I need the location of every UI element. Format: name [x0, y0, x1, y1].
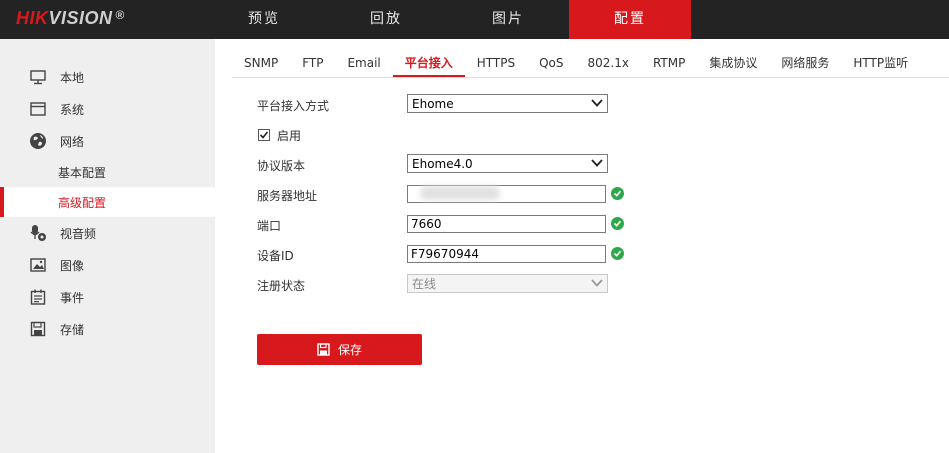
- system-window-icon: [28, 99, 48, 119]
- calendar-icon: [28, 287, 48, 307]
- save-button-label: 保存: [337, 343, 362, 357]
- tab-http-listening[interactable]: HTTP监听: [841, 51, 920, 77]
- protocol-version-select[interactable]: Ehome4.0: [407, 154, 608, 173]
- access-mode-value: Ehome: [412, 96, 454, 111]
- sidebar-item-local[interactable]: 本地: [0, 61, 215, 93]
- save-button[interactable]: 保存: [257, 334, 422, 365]
- server-address-label: 服务器地址: [257, 189, 318, 203]
- tab-rtmp[interactable]: RTMP: [641, 51, 697, 77]
- monitor-icon: [28, 67, 48, 87]
- tab-divider: [232, 77, 949, 78]
- enable-checkbox[interactable]: [258, 129, 270, 141]
- globe-icon: [28, 131, 48, 151]
- tab-email[interactable]: Email: [335, 51, 392, 77]
- chevron-down-icon: [590, 96, 604, 113]
- protocol-version-value: Ehome4.0: [412, 156, 473, 171]
- sidebar-item-label: 事件: [60, 290, 85, 305]
- tab-snmp[interactable]: SNMP: [232, 51, 290, 77]
- tab-qos[interactable]: QoS: [527, 51, 575, 77]
- image-icon: [28, 255, 48, 275]
- valid-check-icon: [611, 187, 624, 200]
- save-disk-icon: [28, 319, 48, 339]
- sidebar-item-label: 系统: [60, 102, 85, 117]
- nav-picture[interactable]: 图片: [447, 0, 569, 39]
- main-nav: 预览 回放 图片 配置: [203, 0, 691, 39]
- sidebar-item-label: 网络: [60, 134, 85, 149]
- sidebar-item-label: 图像: [60, 258, 85, 273]
- valid-check-icon: [611, 247, 624, 260]
- protocol-version-label: 协议版本: [257, 159, 306, 173]
- network-advanced-tabs: SNMP FTP Email 平台接入 HTTPS QoS 802.1x RTM…: [232, 51, 920, 77]
- tab-platform-access[interactable]: 平台接入: [392, 51, 465, 77]
- sidebar-item-video-audio[interactable]: 视音频: [0, 217, 215, 249]
- redacted-address-blur: [420, 186, 500, 200]
- save-disk-icon: [317, 343, 330, 356]
- registration-status-value: 在线: [412, 277, 437, 291]
- registration-status-label: 注册状态: [257, 279, 306, 293]
- port-label: 端口: [257, 219, 282, 233]
- tab-8021x[interactable]: 802.1x: [576, 51, 641, 77]
- sidebar-sub-basic-config[interactable]: 基本配置: [0, 157, 215, 187]
- sidebar-item-storage[interactable]: 存储: [0, 313, 215, 345]
- camera-mic-icon: [28, 223, 48, 243]
- sidebar: 本地 系统 网络 基本配置 高级配置 视音频 图像 事件 存储: [0, 39, 215, 453]
- sidebar-sub-advanced-config[interactable]: 高级配置: [0, 187, 215, 217]
- device-id-input[interactable]: F79670944: [407, 245, 606, 263]
- sidebar-item-label: 视音频: [60, 226, 97, 241]
- sidebar-item-event[interactable]: 事件: [0, 281, 215, 313]
- port-input[interactable]: 7660: [407, 215, 606, 233]
- tab-integration-protocol[interactable]: 集成协议: [697, 51, 769, 77]
- sidebar-item-image[interactable]: 图像: [0, 249, 215, 281]
- tab-network-service[interactable]: 网络服务: [769, 51, 841, 77]
- checkmark-icon: [259, 131, 269, 139]
- hikvision-logo: HIK VISION ®: [16, 8, 125, 28]
- sidebar-item-label: 存储: [60, 322, 85, 337]
- device-id-label: 设备ID: [257, 249, 294, 263]
- registration-status-select: 在线: [407, 274, 608, 293]
- chevron-down-icon: [590, 276, 604, 293]
- chevron-down-icon: [590, 156, 604, 173]
- sidebar-item-system[interactable]: 系统: [0, 93, 215, 125]
- access-mode-select[interactable]: Ehome: [407, 94, 608, 113]
- sidebar-item-network[interactable]: 网络: [0, 125, 215, 157]
- tab-https[interactable]: HTTPS: [465, 51, 527, 77]
- valid-check-icon: [611, 217, 624, 230]
- nav-playback[interactable]: 回放: [325, 0, 447, 39]
- nav-configuration[interactable]: 配置: [569, 0, 691, 39]
- sidebar-item-label: 本地: [60, 70, 85, 85]
- top-bar: HIK VISION ® 预览 回放 图片 配置: [0, 0, 949, 39]
- nav-preview[interactable]: 预览: [203, 0, 325, 39]
- access-mode-label: 平台接入方式: [257, 99, 330, 113]
- enable-label: 启用: [277, 129, 302, 143]
- tab-ftp[interactable]: FTP: [290, 51, 335, 77]
